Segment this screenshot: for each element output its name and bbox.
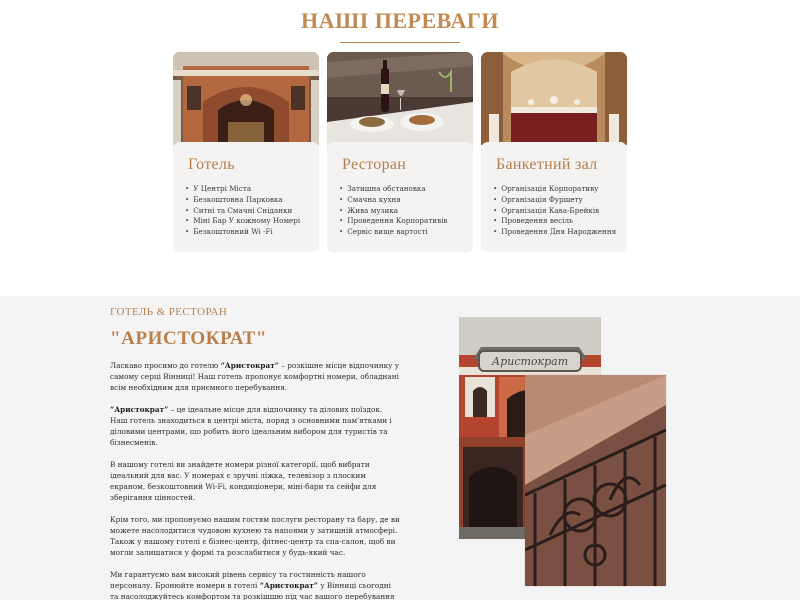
list-item: Проведення Корпоративів bbox=[339, 216, 447, 227]
hotel-name-bold: “Аристократ” bbox=[220, 361, 279, 370]
list-item: Проведення Дня Народження bbox=[493, 227, 616, 238]
list-item: Організація Кава-Брейків bbox=[493, 206, 616, 217]
title-underline bbox=[340, 42, 460, 43]
paragraph-text: Ласкаво просимо до готелю bbox=[110, 361, 221, 370]
list-item: Організація Фуршету bbox=[493, 195, 616, 206]
card-title-hotel: Готель bbox=[188, 156, 235, 173]
card-restaurant[interactable]: Ресторан Затишна обстановка Смачна кухня… bbox=[327, 52, 473, 252]
hotel-sign-text: Аристократ bbox=[491, 355, 568, 368]
railing-photo bbox=[525, 375, 666, 586]
hotel-name-bold: “Аристократ” bbox=[259, 581, 318, 590]
hotel-features-list: У Центрі Міста Безкоштовна Парковка Ситн… bbox=[185, 184, 300, 238]
about-title: "АРИСТОКРАТ" bbox=[110, 328, 268, 349]
list-item: У Центрі Міста bbox=[185, 184, 300, 195]
restaurant-image bbox=[327, 52, 473, 145]
card-title-restaurant: Ресторан bbox=[342, 156, 407, 173]
restaurant-features-list: Затишна обстановка Смачна кухня Жива муз… bbox=[339, 184, 447, 238]
list-item: Міні Бар У кожному Номері bbox=[185, 216, 300, 227]
list-item: Організація Корпоративу bbox=[493, 184, 616, 195]
list-item: Сервіс вище вартості bbox=[339, 227, 447, 238]
about-paragraph: Ласкаво просимо до готелю “Аристократ” –… bbox=[110, 360, 400, 393]
hotel-image bbox=[173, 52, 319, 145]
card-title-banquet: Банкетний зал bbox=[496, 156, 598, 173]
hotel-card-body: Готель У Центрі Міста Безкоштовна Парков… bbox=[173, 142, 319, 252]
about-text: Ласкаво просимо до готелю “Аристократ” –… bbox=[110, 360, 400, 600]
about-paragraph: Ми гарантуємо вам високий рівень сервісу… bbox=[110, 569, 400, 600]
list-item: Ситні та Смачні Сніданки bbox=[185, 206, 300, 217]
banquet-image bbox=[481, 52, 627, 145]
about-paragraph: Крім того, ми пропонуємо нашим гостям по… bbox=[110, 515, 400, 557]
card-hotel[interactable]: Готель У Центрі Міста Безкоштовна Парков… bbox=[173, 52, 319, 252]
about-paragraph: “Аристократ” – це ідеальне місце для від… bbox=[110, 404, 400, 448]
restaurant-card-body: Ресторан Затишна обстановка Смачна кухня… bbox=[327, 142, 473, 252]
section-title: НАШІ ПЕРЕВАГИ bbox=[301, 8, 499, 33]
list-item: Безкоштовний Wi -Fi bbox=[185, 227, 300, 238]
about-section: ГОТЕЛЬ & РЕСТОРАН "АРИСТОКРАТ" Ласкаво п… bbox=[0, 296, 800, 600]
list-item: Смачна кухня bbox=[339, 195, 447, 206]
list-item: Жива музика bbox=[339, 206, 447, 217]
list-item: Затишна обстановка bbox=[339, 184, 447, 195]
hotel-name-bold: “Аристократ” bbox=[110, 405, 169, 414]
advantages-section: НАШІ ПЕРЕВАГИ Готель У Центрі Мі bbox=[0, 0, 800, 296]
card-banquet-hall[interactable]: Банкетний зал Організація Корпоративу Ор… bbox=[481, 52, 627, 252]
list-item: Безкоштовна Парковка bbox=[185, 195, 300, 206]
list-item: Проведення весіль bbox=[493, 216, 616, 227]
banquet-features-list: Організація Корпоративу Організація Фурш… bbox=[493, 184, 616, 238]
banquet-card-body: Банкетний зал Організація Корпоративу Ор… bbox=[481, 142, 627, 252]
about-paragraph: В нашому готелі ви знайдете номери різно… bbox=[110, 460, 377, 502]
about-subtitle: ГОТЕЛЬ & РЕСТОРАН bbox=[110, 306, 228, 318]
